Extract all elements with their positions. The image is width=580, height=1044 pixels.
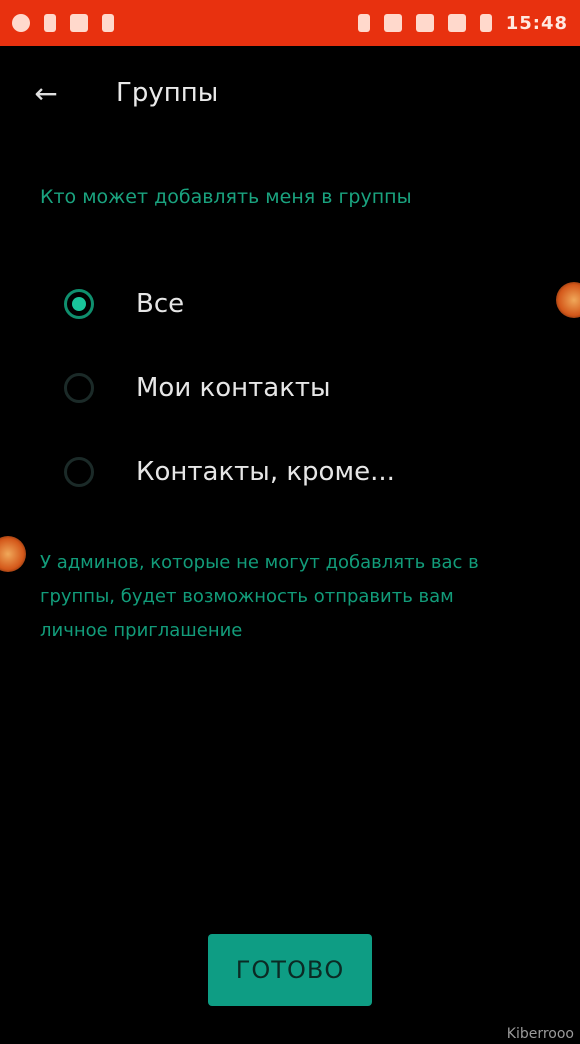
radio-button[interactable]: [64, 457, 94, 487]
sim-icon: [44, 14, 56, 32]
radio-button-checked[interactable]: [64, 289, 94, 319]
signal-icon: [447, 14, 466, 32]
radio-button[interactable]: [64, 373, 94, 403]
status-right-icons: 15:48: [357, 12, 568, 34]
option-my-contacts[interactable]: Мои контакты: [0, 346, 580, 430]
battery-icon: [479, 14, 492, 32]
option-label: Контакты, кроме...: [136, 457, 395, 487]
done-button[interactable]: ГОТОВО: [208, 934, 372, 1006]
vibrate-icon: [357, 14, 370, 32]
section-header: Кто может добавлять меня в группы: [40, 186, 412, 208]
option-label: Мои контакты: [136, 373, 331, 403]
page-title: Группы: [116, 78, 219, 108]
arrow-left-icon: ←: [34, 77, 58, 110]
mute-icon: [383, 14, 402, 32]
touch-indicator: [0, 536, 26, 572]
watermark: Kiberrooo: [506, 1026, 574, 1042]
notification-icon: [12, 14, 30, 32]
info-text: У админов, которые не могут добавлять ва…: [40, 552, 479, 641]
image-icon: [70, 14, 88, 32]
toolbar: ← Группы: [0, 60, 580, 130]
option-contacts-except[interactable]: Контакты, кроме...: [0, 430, 580, 514]
notification-icon: [102, 14, 114, 32]
status-time: 15:48: [505, 12, 568, 34]
status-bar: 15:48: [0, 0, 580, 46]
option-label: Все: [136, 289, 185, 319]
status-left-icons: [12, 14, 114, 32]
wifi-icon: [415, 14, 434, 32]
option-everyone[interactable]: Все: [0, 262, 580, 346]
back-button[interactable]: ←: [30, 78, 62, 110]
